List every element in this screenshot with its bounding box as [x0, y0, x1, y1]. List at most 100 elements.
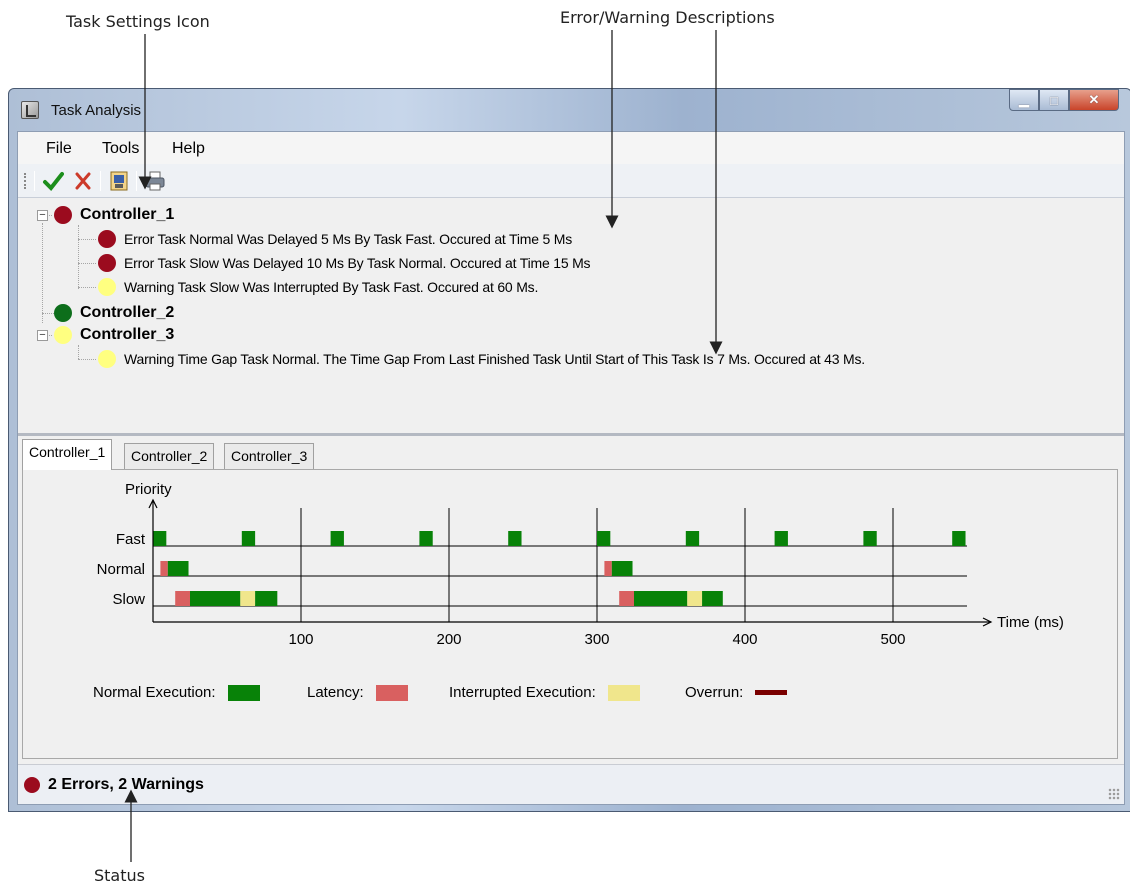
- warning-icon: [98, 278, 116, 296]
- check-button[interactable]: [40, 168, 66, 194]
- ok-icon: [54, 304, 72, 322]
- timeline-segment: [611, 561, 633, 576]
- toolbar-separator: [34, 171, 35, 191]
- legend-interrupted-execution: Interrupted Execution:: [449, 684, 640, 701]
- timeline-segment: [685, 531, 700, 546]
- row-label: Fast: [116, 531, 146, 548]
- print-button[interactable]: [142, 168, 168, 194]
- tree-node-label: Controller_2: [80, 304, 175, 321]
- legend-label: Normal Execution:: [93, 684, 216, 701]
- resize-grip[interactable]: [1108, 788, 1120, 800]
- print-icon: [145, 171, 165, 191]
- task-settings-button[interactable]: [106, 168, 132, 194]
- legend-swatch: [227, 684, 260, 701]
- maximize-icon: □: [1050, 92, 1058, 108]
- task-timeline-chart: Priority Time (ms) Fast Normal Slow 100 200 300…: [97, 481, 1064, 648]
- title-bar[interactable]: Task Analysis ▁ □ ✕: [9, 89, 1130, 131]
- timeline-segment: [160, 561, 168, 576]
- window-controls: ▁ □ ✕: [1009, 89, 1119, 111]
- delete-button[interactable]: [70, 168, 96, 194]
- timeline-segment: [634, 591, 688, 606]
- timeline-segment: [952, 531, 966, 546]
- minimize-icon: ▁: [1019, 92, 1029, 107]
- tree-line: [78, 287, 96, 288]
- timeline-segment: [190, 591, 241, 606]
- tree-node-label: Controller_3: [80, 326, 175, 343]
- tree-collapse-toggle[interactable]: −: [37, 330, 48, 341]
- tree-line: [78, 225, 79, 289]
- timeline-segment: [774, 531, 788, 546]
- legend-swatch: [755, 690, 788, 695]
- timeline-segment: [687, 591, 703, 606]
- tree-message[interactable]: Warning Task Slow Was Interrupted By Tas…: [98, 276, 538, 298]
- timeline-panel: Priority Time (ms) Fast Normal Slow 100 200 300…: [22, 469, 1118, 759]
- tree-collapse-toggle[interactable]: −: [37, 210, 48, 221]
- task-settings-icon: [110, 171, 128, 191]
- tree-line: [78, 239, 96, 240]
- tree-message-text: Error Task Slow Was Delayed 10 Ms By Tas…: [124, 255, 591, 271]
- tree-line: [42, 223, 43, 323]
- check-icon: [43, 172, 64, 192]
- tree-message-text: Warning Task Slow Was Interrupted By Tas…: [124, 279, 539, 295]
- tab-controller-3[interactable]: Controller_3: [224, 443, 315, 469]
- minimize-button[interactable]: ▁: [1009, 89, 1039, 111]
- tree-node-controller[interactable]: Controller_3: [54, 324, 174, 346]
- tree-message[interactable]: Error Task Normal Was Delayed 5 Ms By Ta…: [98, 228, 572, 250]
- toolbar-separator: [136, 171, 137, 191]
- close-button[interactable]: ✕: [1069, 89, 1119, 111]
- menu-help[interactable]: Help: [172, 140, 205, 158]
- x-tick-label: 300: [584, 631, 609, 648]
- tab-controller-2[interactable]: Controller_2: [124, 443, 215, 469]
- toolbar: [18, 164, 1124, 198]
- timeline-segment: [255, 591, 278, 606]
- error-icon: [98, 254, 116, 272]
- callout-task-settings-icon: Task Settings Icon: [66, 12, 210, 31]
- legend-label: Latency:: [307, 684, 364, 701]
- tree-node-label: Controller_1: [80, 206, 175, 223]
- timeline-segment: [167, 561, 189, 576]
- timeline-segment: [153, 531, 167, 546]
- error-icon: [98, 230, 116, 248]
- timeline-segment: [419, 531, 433, 546]
- timeline-segment: [508, 531, 522, 546]
- client-area: File Tools Help − Controller_1 Error Tas…: [17, 131, 1125, 805]
- tree-message-text: Error Task Normal Was Delayed 5 Ms By Ta…: [124, 231, 573, 247]
- error-warning-tree[interactable]: − Controller_1 Error Task Normal Was Del…: [18, 198, 1124, 436]
- tree-message[interactable]: Warning Time Gap Task Normal. The Time G…: [98, 348, 865, 370]
- legend-normal-execution: Normal Execution:: [93, 684, 260, 701]
- x-tick-label: 100: [288, 631, 313, 648]
- timeline-segment: [863, 531, 877, 546]
- legend-swatch: [375, 684, 408, 701]
- error-icon: [54, 206, 72, 224]
- callout-status: Status: [94, 866, 145, 885]
- tree-node-controller[interactable]: Controller_1: [54, 204, 174, 226]
- menu-file[interactable]: File: [46, 140, 72, 158]
- timeline-segment: [175, 591, 190, 606]
- timeline-segment: [241, 531, 256, 546]
- status-text: 2 Errors, 2 Warnings: [48, 775, 204, 793]
- maximize-button[interactable]: □: [1039, 89, 1069, 111]
- warning-icon: [54, 326, 72, 344]
- row-label: Normal: [97, 561, 145, 578]
- controller-tabs: Controller_1 Controller_2 Controller_3 P…: [18, 439, 1124, 763]
- tree-node-controller[interactable]: Controller_2: [54, 302, 174, 324]
- toolbar-separator: [100, 171, 101, 191]
- tree-line: [78, 359, 96, 360]
- error-icon: [24, 776, 40, 793]
- warning-icon: [98, 350, 116, 368]
- timeline-segment: [604, 561, 612, 576]
- menu-bar: File Tools Help: [18, 132, 1124, 164]
- status-bar: 2 Errors, 2 Warnings: [18, 764, 1124, 804]
- timeline-segment: [330, 531, 344, 546]
- task-analysis-window: Task Analysis ▁ □ ✕ File Tools Help − Co…: [8, 88, 1130, 812]
- callout-error-warning-descriptions: Error/Warning Descriptions: [560, 8, 775, 27]
- legend-swatch: [607, 684, 640, 701]
- tree-message[interactable]: Error Task Slow Was Delayed 10 Ms By Tas…: [98, 252, 591, 274]
- legend-latency: Latency:: [307, 684, 408, 701]
- toolbar-grip[interactable]: [24, 173, 27, 189]
- timeline-segment: [702, 591, 723, 606]
- y-axis-label: Priority: [125, 481, 172, 498]
- row-label: Slow: [112, 591, 145, 608]
- menu-tools[interactable]: Tools: [102, 140, 139, 158]
- tab-controller-1[interactable]: Controller_1: [22, 439, 113, 470]
